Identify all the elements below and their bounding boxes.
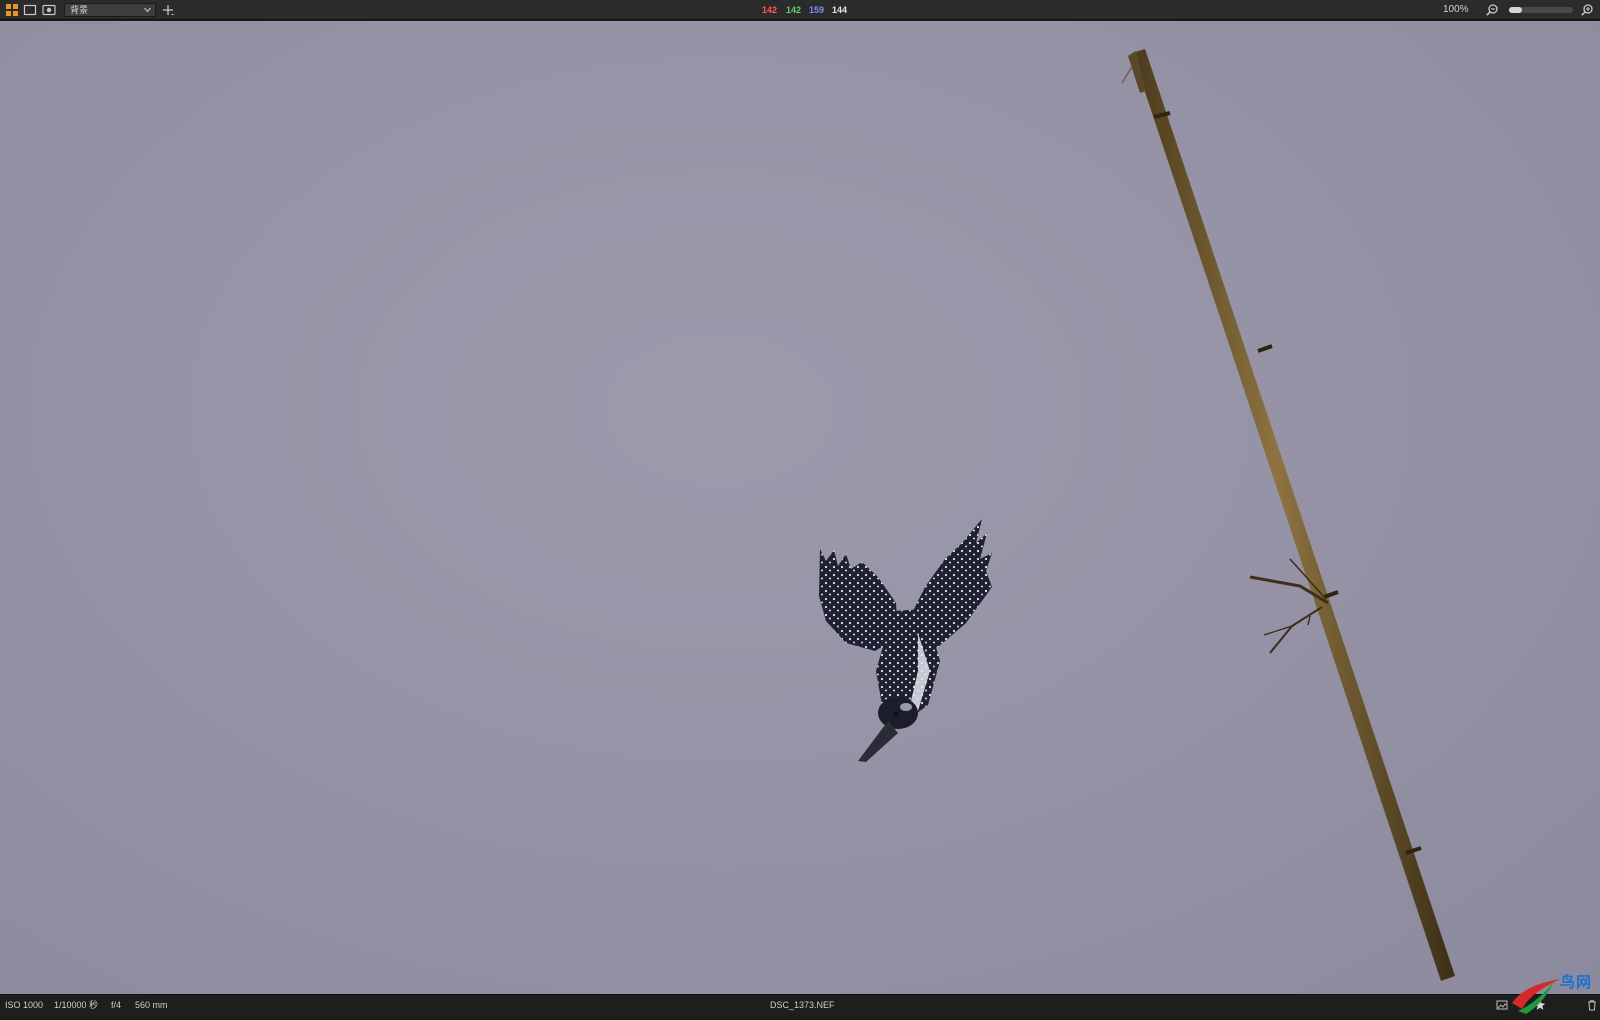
- zoom-out-icon[interactable]: [1485, 3, 1499, 17]
- preview-eye-icon[interactable]: [42, 3, 56, 17]
- filename-label: DSC_1373.NEF: [770, 1000, 835, 1010]
- layer-select[interactable]: 背景: [64, 3, 156, 17]
- chevron-down-icon: [144, 7, 151, 13]
- kingfisher-bird: [819, 519, 992, 762]
- zoom-slider[interactable]: [1509, 7, 1573, 13]
- layer-select-value: 背景: [70, 5, 89, 15]
- zoom-slider-fill: [1509, 7, 1522, 13]
- pixel-luminance-value: 144: [832, 5, 848, 15]
- site-watermark-logo: 鸟网: [1508, 969, 1600, 1015]
- add-layer-icon[interactable]: [161, 3, 175, 17]
- aperture-value: f/4: [111, 1000, 122, 1010]
- browser-grid-icon[interactable]: [5, 3, 19, 17]
- shutter-speed-value: 1/10000 秒: [54, 1000, 99, 1010]
- zoom-in-icon[interactable]: [1580, 3, 1594, 17]
- watermark-swoosh-icon: [1512, 979, 1560, 1014]
- bamboo-pole: [1121, 49, 1455, 981]
- photo-image: [819, 49, 1455, 981]
- single-view-icon[interactable]: [23, 3, 37, 17]
- watermark-text: 鸟网: [1560, 973, 1593, 991]
- status-bar: ISO 1000 1/10000 秒 f/4 560 mm DSC_1373.N…: [0, 994, 1600, 1015]
- pixel-green-value: 142: [786, 5, 802, 15]
- focal-length-value: 560 mm: [135, 1000, 168, 1010]
- photo-canvas[interactable]: [0, 21, 1600, 994]
- top-toolbar: 背景 142 142 159 144 100%: [0, 0, 1600, 20]
- pixel-blue-value: 159: [809, 5, 825, 15]
- pixel-red-value: 142: [762, 5, 778, 15]
- iso-value: ISO 1000: [5, 1000, 44, 1010]
- zoom-level-label: 100%: [1443, 4, 1469, 15]
